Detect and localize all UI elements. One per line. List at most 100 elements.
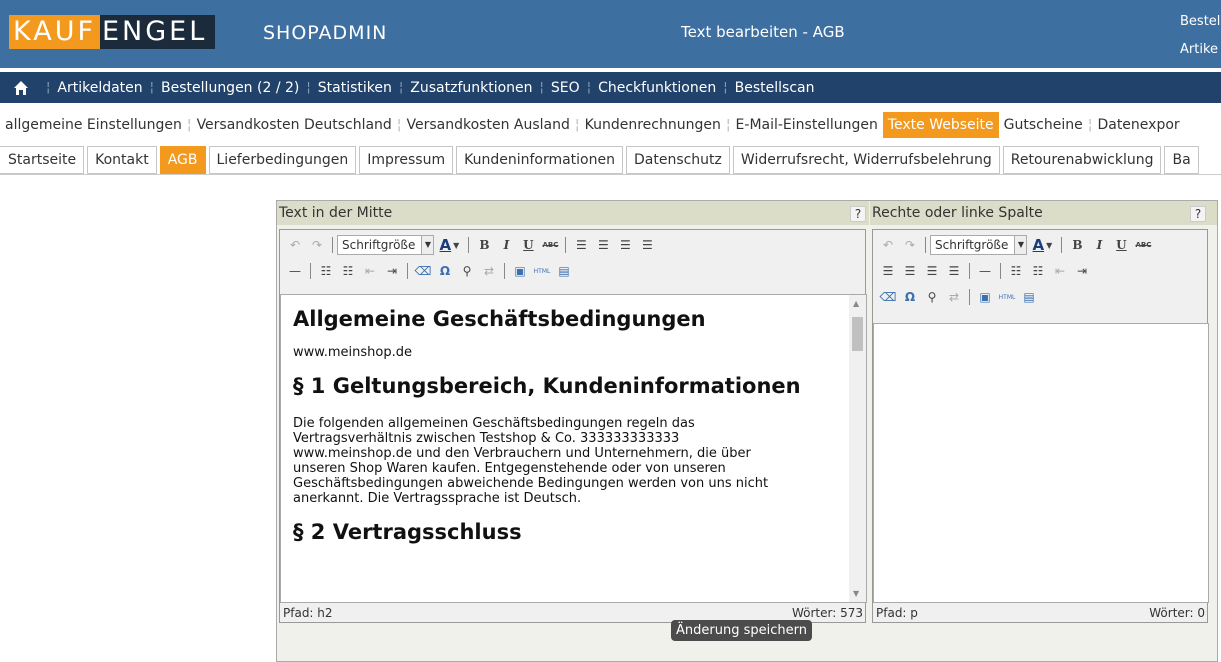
tab-kontakt[interactable]: Kontakt [87,146,157,174]
scroll-down-icon[interactable]: ▼ [853,589,859,598]
nav-item-artikeldaten[interactable]: Artikeldaten [57,80,142,96]
indent-icon[interactable]: ⇥ [381,260,403,282]
app-header: KAUF ENGEL SHOPADMIN Text bearbeiten - A… [0,0,1221,68]
undo-icon[interactable]: ↶ [284,234,306,256]
nav-item-zusatzfunktionen[interactable]: Zusatzfunktionen [410,80,532,96]
toolbar-separator [969,289,970,305]
header-link-bestellungen[interactable]: Bestel [1180,8,1220,36]
paragraph-line: unseren Shop Waren kaufen. Entgegenstehe… [293,461,726,476]
font-color-icon[interactable]: A ▼ [434,234,464,256]
align-center-icon[interactable]: ☰ [592,234,614,256]
tab-lieferbedingungen[interactable]: Lieferbedingungen [208,146,357,174]
align-right-icon[interactable]: ☰ [921,260,943,282]
subnav-texte-webseite[interactable]: Texte Webseite [882,112,999,138]
omega-icon[interactable]: Ω [899,286,921,308]
subnav-gutscheine[interactable]: Gutscheine [999,112,1088,138]
find-icon[interactable]: ⚲ [456,260,478,282]
right-help-button[interactable]: ? [1190,206,1206,222]
subnav-datenexport[interactable]: Datenexpor [1092,112,1184,138]
tab-kundeninformationen[interactable]: Kundeninformationen [456,146,623,174]
bold-icon[interactable]: B [473,234,495,256]
header-link-artikel[interactable]: Artike [1180,36,1220,64]
horizontal-rule-icon[interactable]: — [974,260,996,282]
bullet-list-icon[interactable]: ☷ [315,260,337,282]
eraser-icon[interactable]: ⌫ [877,286,899,308]
paragraph-line: Die folgenden allgemeinen Geschäftsbedin… [293,416,695,431]
subnav-kundenrechnungen[interactable]: Kundenrechnungen [580,112,726,138]
strikethrough-icon[interactable]: ABC [1132,234,1154,256]
subnav-versandkosten-ausland[interactable]: Versandkosten Ausland [402,112,575,138]
horizontal-rule-icon[interactable]: — [284,260,306,282]
italic-icon[interactable]: I [1088,234,1110,256]
home-icon[interactable] [13,80,29,96]
font-size-select[interactable]: Schriftgröße ▼ [337,235,435,255]
find-icon[interactable]: ⚲ [921,286,943,308]
tab-datenschutz[interactable]: Datenschutz [625,146,730,174]
left-editor-content[interactable]: Allgemeine Geschäftsbedingungen www.mein… [280,294,867,603]
omega-icon[interactable]: Ω [434,260,456,282]
strikethrough-icon[interactable]: ABC [539,234,561,256]
nav-item-checkfunktionen[interactable]: Checkfunktionen [598,80,716,96]
tab-impressum[interactable]: Impressum [359,146,454,174]
italic-icon[interactable]: I [495,234,517,256]
tab-agb[interactable]: AGB [159,146,206,174]
left-help-button[interactable]: ? [850,206,866,222]
nav-item-seo[interactable]: SEO [551,80,580,96]
font-size-select[interactable]: Schriftgröße ▼ [930,235,1028,255]
numbered-list-icon[interactable]: ☷ [337,260,359,282]
align-left-icon[interactable]: ☰ [570,234,592,256]
align-right-icon[interactable]: ☰ [614,234,636,256]
logo-part-engel: ENGEL [100,15,216,49]
eraser-icon[interactable]: ⌫ [412,260,434,282]
kaufengel-logo[interactable]: KAUF ENGEL [9,15,216,49]
scroll-thumb[interactable] [852,317,863,351]
outdent-icon[interactable]: ⇤ [1049,260,1071,282]
tab-retourenabwicklung[interactable]: Retourenabwicklung [1002,146,1162,174]
left-editor-title: Text in der Mitte [277,201,869,225]
nav-item-statistiken[interactable]: Statistiken [318,80,392,96]
bold-icon[interactable]: B [1066,234,1088,256]
underline-icon[interactable]: U [517,234,539,256]
fullscreen-icon[interactable]: ▤ [1018,286,1040,308]
subnav-allgemeine-einstellungen[interactable]: allgemeine Einstellungen [0,112,187,138]
tab-ba[interactable]: Ba [1164,146,1199,174]
align-justify-icon[interactable]: ☰ [943,260,965,282]
html-icon[interactable]: HTML [531,260,553,282]
paragraph-line: anerkannt. Die Vertragssprache ist Deuts… [293,491,582,506]
font-color-icon[interactable]: A ▼ [1027,234,1057,256]
align-left-icon[interactable]: ☰ [877,260,899,282]
logo-part-kauf: KAUF [9,15,100,49]
align-center-icon[interactable]: ☰ [899,260,921,282]
toolbar-separator [332,237,333,253]
outdent-icon[interactable]: ⇤ [359,260,381,282]
nav-separator: ¦ [586,80,592,95]
redo-icon[interactable]: ↷ [306,234,328,256]
save-changes-button[interactable]: Änderung speichern [671,620,812,641]
numbered-list-icon[interactable]: ☷ [1027,260,1049,282]
html-icon[interactable]: HTML [996,286,1018,308]
subnav-email-einstellungen[interactable]: E-Mail-Einstellungen [731,112,883,138]
nav-item-bestellungen[interactable]: Bestellungen (2 / 2) [161,80,299,96]
toolbar-separator [925,237,926,253]
align-justify-icon[interactable]: ☰ [636,234,658,256]
scroll-up-icon[interactable]: ▲ [853,299,859,308]
replace-icon[interactable]: ⇄ [478,260,500,282]
replace-icon[interactable]: ⇄ [943,286,965,308]
fullscreen-icon[interactable]: ▤ [553,260,575,282]
tab-widerrufsrecht[interactable]: Widerrufsrecht, Widerrufsbelehrung [732,146,1000,174]
right-editor-content[interactable] [873,323,1209,603]
nav-item-bestellscan[interactable]: Bestellscan [735,80,815,96]
indent-icon[interactable]: ⇥ [1071,260,1093,282]
nav-separator: ¦ [539,80,544,95]
text-tabs: Startseite Kontakt AGB Lieferbedingungen… [0,146,1221,175]
tab-startseite[interactable]: Startseite [0,146,85,174]
paste-icon[interactable]: ▣ [974,286,996,308]
content-scrollbar[interactable]: ▲ ▼ [849,295,866,602]
undo-icon[interactable]: ↶ [877,234,899,256]
paste-icon[interactable]: ▣ [509,260,531,282]
toolbar-separator [407,263,408,279]
bullet-list-icon[interactable]: ☷ [1005,260,1027,282]
underline-icon[interactable]: U [1110,234,1132,256]
subnav-versandkosten-deutschland[interactable]: Versandkosten Deutschland [192,112,397,138]
redo-icon[interactable]: ↷ [899,234,921,256]
